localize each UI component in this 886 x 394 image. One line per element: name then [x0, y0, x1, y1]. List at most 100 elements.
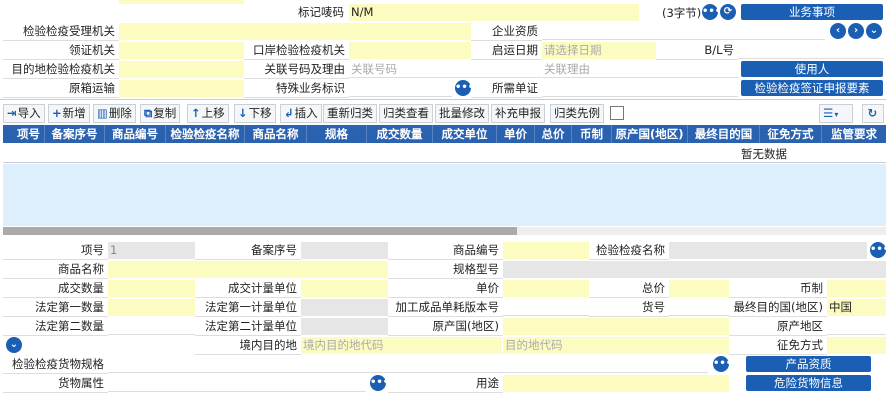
move-up-label: 上移 — [201, 106, 225, 120]
related-reason-field[interactable]: 关联理由 — [542, 61, 738, 78]
goods-no-label: 货号 — [589, 298, 669, 317]
table-header-cell[interactable]: 检验检疫名称 — [166, 125, 245, 143]
record-no-field[interactable] — [301, 242, 388, 259]
departure-date-field[interactable]: 请选择日期 — [542, 42, 656, 59]
spec-label: 规格型号 — [388, 260, 503, 279]
refresh-icon[interactable]: ⟳ — [720, 4, 736, 20]
table-header-cell[interactable]: 单价 — [497, 125, 535, 143]
ciq-name-more-icon[interactable]: ••• — [870, 242, 886, 258]
table-header-cell[interactable]: 商品名称 — [245, 125, 307, 143]
goods-name-field[interactable] — [108, 261, 388, 278]
orig-box-field[interactable] — [119, 80, 244, 97]
origin-region-field[interactable] — [827, 318, 886, 335]
mark-code-hint: (3字节) — [662, 6, 702, 20]
table-header-cell[interactable]: 成交数量 — [367, 125, 433, 143]
mark-code-label: 标记唛码 — [298, 5, 344, 19]
table-header-cell[interactable]: 项号 — [13, 125, 45, 143]
special-more-icon[interactable]: ••• — [455, 80, 474, 96]
qty-field[interactable] — [108, 280, 195, 297]
user-button[interactable]: 使用人 — [741, 61, 883, 77]
mark-code-field[interactable]: N/M — [349, 4, 639, 21]
dest-inspection-label: 目的地检验检疫机关 — [3, 60, 119, 79]
legal-unit2-field[interactable] — [301, 318, 388, 335]
related-no-field[interactable]: 关联号码 — [349, 61, 541, 78]
table-header-cell[interactable]: 规格 — [307, 125, 367, 143]
goods-code-field[interactable] — [503, 242, 589, 259]
ciq-spec-field[interactable] — [108, 356, 708, 373]
receipt-office-field[interactable] — [119, 42, 244, 59]
total-price-field[interactable] — [669, 280, 729, 297]
table-body — [3, 164, 886, 226]
copy-button[interactable]: ⧉复制 — [140, 104, 181, 123]
table-header-cell[interactable]: 总价 — [535, 125, 572, 143]
product-qual-button[interactable]: 产品资质 — [746, 356, 871, 372]
table-refresh-button[interactable]: ↻ — [862, 104, 884, 123]
insert-button[interactable]: ↲插入 — [280, 104, 322, 123]
table-header-cell[interactable]: 最终目的国 — [688, 125, 760, 143]
legal-qty2-field[interactable] — [108, 318, 195, 335]
batch-edit-button[interactable]: 批量修改 — [435, 104, 489, 123]
table-header-cell[interactable]: 备案序号 — [45, 125, 105, 143]
goods-attr-more-icon[interactable]: ••• — [370, 375, 389, 391]
table-horizontal-scrollbar[interactable] — [3, 227, 517, 235]
enterprise-qual-field[interactable] — [542, 23, 825, 40]
table-header-cell[interactable]: 原产国(地区) — [612, 125, 688, 143]
move-down-button[interactable]: ↓下移 — [234, 104, 276, 123]
goods-attr-field[interactable] — [108, 375, 366, 392]
currency-field[interactable] — [827, 280, 886, 297]
exemption-field[interactable] — [827, 337, 886, 354]
table-header-cell[interactable]: 成交单位 — [433, 125, 497, 143]
origin-country-label: 原产国(地区) — [388, 317, 503, 336]
origin-region-label: 原产地区 — [729, 317, 827, 336]
chevron-right-icon[interactable]: › — [848, 23, 864, 39]
version-field[interactable] — [503, 299, 589, 316]
ciq-name-field[interactable] — [669, 242, 867, 259]
more-icon[interactable]: ••• — [702, 4, 721, 20]
port-inspection-field[interactable] — [349, 42, 471, 59]
legal-qty1-field[interactable] — [108, 299, 195, 316]
classify-view-button[interactable]: 归类查看 — [379, 104, 433, 123]
expand-chevron-down-icon[interactable]: ⌄ — [6, 337, 22, 353]
required-docs-label: 所需单证 — [471, 79, 542, 98]
chevron-down-icon[interactable]: ⌄ — [866, 23, 882, 39]
table-header-cell[interactable]: 征免方式 — [760, 125, 822, 143]
chevron-left-icon[interactable]: ‹ — [830, 23, 846, 39]
domestic-dest-field[interactable]: 境内目的地代码 — [301, 337, 502, 354]
goods-no-field[interactable] — [669, 299, 729, 316]
legal-unit1-field[interactable] — [301, 299, 388, 316]
add-button[interactable]: +新增 — [48, 104, 90, 123]
goods-name-label: 商品名称 — [3, 260, 108, 279]
reclassify-button[interactable]: 重新归类 — [323, 104, 377, 123]
table-header-cell[interactable]: 商品编号 — [105, 125, 166, 143]
bl-field[interactable] — [738, 42, 884, 59]
import-button[interactable]: ⇥导入 — [3, 104, 45, 123]
dest-inspection-field[interactable] — [119, 61, 244, 78]
classify-example-checkbox[interactable] — [610, 106, 624, 120]
related-no-label: 关联号码及理由 — [244, 60, 349, 79]
special-field[interactable] — [349, 80, 452, 97]
unit-price-field[interactable] — [503, 280, 589, 297]
business-button[interactable]: 业务事项 — [741, 4, 883, 20]
move-up-button[interactable]: ↑上移 — [187, 104, 229, 123]
dangerous-goods-button[interactable]: 危险货物信息 — [746, 375, 871, 391]
qty-unit-field[interactable] — [301, 280, 388, 297]
required-docs-field[interactable] — [542, 80, 738, 97]
cert-office-label: 检验检疫受理机关 — [3, 22, 119, 41]
cert-office-field[interactable] — [119, 23, 471, 40]
port-inspection-label: 口岸检验检疫机关 — [244, 41, 349, 60]
usage-field[interactable] — [503, 375, 729, 392]
table-header-cell[interactable]: 币制 — [572, 125, 612, 143]
final-dest-field[interactable]: 中国 — [827, 299, 886, 316]
dropdown-caret-icon: ▾ — [834, 110, 839, 119]
supplement-button[interactable]: 补充申报 — [491, 104, 545, 123]
origin-country-field[interactable] — [503, 318, 729, 335]
table-header-cell[interactable]: 监管要求 — [822, 125, 886, 143]
legal-qty2-label: 法定第二数量 — [3, 317, 108, 336]
spec-field[interactable] — [503, 261, 886, 278]
cert-elements-button[interactable]: 检验检疫签证申报要素 — [741, 80, 883, 96]
dest-code-field[interactable]: 目的地代码 — [503, 337, 729, 354]
delete-button[interactable]: ▥删除 — [93, 104, 136, 123]
classify-example-button[interactable]: 归类先例 — [550, 104, 604, 123]
ciq-spec-more-icon[interactable]: ••• — [713, 356, 732, 372]
column-menu-button[interactable]: ☰▾ — [819, 104, 853, 123]
